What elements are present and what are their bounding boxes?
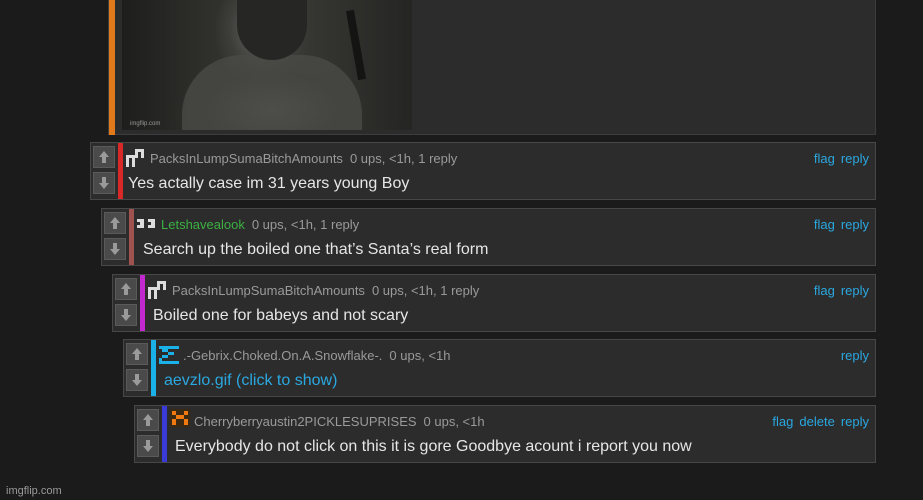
arrow-down-icon <box>110 243 120 255</box>
comment-stats: 0 ups, <1h <box>423 414 485 429</box>
site-watermark: imgflip.com <box>6 485 62 497</box>
comment-accent-bar <box>140 275 145 331</box>
reply-link[interactable]: reply <box>841 414 869 429</box>
comment-text: Yes actally case im 31 years young Boy <box>128 175 410 192</box>
comment-username[interactable]: .-Gebrix.Choked.On.A.Snowflake-. <box>183 348 382 363</box>
pixel-avatar-icon[interactable] <box>137 217 157 235</box>
comment-stats: 0 ups, <1h, 1 reply <box>371 283 480 298</box>
post-accent-bar <box>109 0 115 135</box>
upvote-button[interactable] <box>93 146 115 168</box>
comment-text: Search up the boiled one that’s Santa’s … <box>143 241 489 258</box>
comment-stats: 0 ups, <1h, 1 reply <box>251 217 360 232</box>
comment-actions: flag reply <box>808 283 869 298</box>
comment-actions: reply <box>835 348 869 363</box>
comment-text: Everybody do not click on this it is gor… <box>175 438 692 455</box>
upvote-button[interactable] <box>115 278 137 300</box>
vote-controls <box>113 275 138 331</box>
comment-username[interactable]: Cherryberryaustin2PICKLESUPRISES <box>194 414 417 429</box>
arrow-down-icon <box>121 309 131 321</box>
arrow-up-icon <box>110 217 120 229</box>
vote-controls <box>124 340 149 396</box>
pixel-avatar-icon[interactable] <box>159 346 179 364</box>
comment-meta: PacksInLumpSumaBitchAmounts 0 ups, <1h, 1… <box>172 283 479 298</box>
vote-controls <box>102 209 127 265</box>
comment: PacksInLumpSumaBitchAmounts 0 ups, <1h, 1… <box>90 142 876 200</box>
arrow-up-icon <box>143 414 153 426</box>
comment-username[interactable]: PacksInLumpSumaBitchAmounts <box>172 283 365 298</box>
comment-text: Boiled one for babeys and not scary <box>153 307 409 324</box>
comment: Cherryberryaustin2PICKLESUPRISES 0 ups, <… <box>134 405 876 463</box>
vote-controls <box>135 406 160 462</box>
post-image-watermark: imgflip.com <box>130 121 161 127</box>
flag-link[interactable]: flag <box>814 151 835 166</box>
arrow-down-icon <box>99 177 109 189</box>
reply-link[interactable]: reply <box>841 151 869 166</box>
comment-username[interactable]: Letshavealook <box>161 217 245 232</box>
pixel-avatar-icon[interactable] <box>148 281 168 299</box>
comment-actions: flag reply <box>808 151 869 166</box>
reply-link[interactable]: reply <box>841 217 869 232</box>
comment-accent-bar <box>162 406 167 462</box>
flag-link[interactable]: flag <box>814 217 835 232</box>
comment: PacksInLumpSumaBitchAmounts 0 ups, <1h, 1… <box>112 274 876 332</box>
delete-link[interactable]: delete <box>799 414 834 429</box>
downvote-button[interactable] <box>93 172 115 194</box>
comment-username[interactable]: PacksInLumpSumaBitchAmounts <box>150 151 343 166</box>
flag-link[interactable]: flag <box>772 414 793 429</box>
post-card: imgflip.com <box>108 0 876 135</box>
comment: Letshavealook 0 ups, <1h, 1 reply flag rep… <box>101 208 876 266</box>
downvote-button[interactable] <box>126 369 148 391</box>
comment-meta: PacksInLumpSumaBitchAmounts 0 ups, <1h, 1… <box>150 151 457 166</box>
vote-controls <box>91 143 116 199</box>
downvote-button[interactable] <box>104 238 126 260</box>
comment-accent-bar <box>118 143 123 199</box>
downvote-button[interactable] <box>137 435 159 457</box>
post-image[interactable]: imgflip.com <box>122 0 412 130</box>
arrow-down-icon <box>132 374 142 386</box>
comment-accent-bar <box>151 340 156 396</box>
comment-actions: flag delete reply <box>766 414 869 429</box>
downvote-button[interactable] <box>115 304 137 326</box>
reply-link[interactable]: reply <box>841 348 869 363</box>
comment-meta: Cherryberryaustin2PICKLESUPRISES 0 ups, <… <box>194 414 485 429</box>
pixel-avatar-icon[interactable] <box>170 409 190 427</box>
comment-meta: Letshavealook 0 ups, <1h, 1 reply <box>161 217 359 232</box>
arrow-down-icon <box>143 440 153 452</box>
upvote-button[interactable] <box>104 212 126 234</box>
comment-stats: 0 ups, <1h <box>389 348 451 363</box>
arrow-up-icon <box>132 348 142 360</box>
pixel-avatar-icon[interactable] <box>126 149 146 167</box>
reply-link[interactable]: reply <box>841 283 869 298</box>
upvote-button[interactable] <box>137 409 159 431</box>
arrow-up-icon <box>99 151 109 163</box>
comment-accent-bar <box>129 209 134 265</box>
arrow-up-icon <box>121 283 131 295</box>
comment-meta: .-Gebrix.Choked.On.A.Snowflake-. 0 ups, <… <box>183 348 451 363</box>
upvote-button[interactable] <box>126 343 148 365</box>
comment: .-Gebrix.Choked.On.A.Snowflake-. 0 ups, <… <box>123 339 876 397</box>
comment-stats: 0 ups, <1h, 1 reply <box>349 151 458 166</box>
comment-actions: flag reply <box>808 217 869 232</box>
flag-link[interactable]: flag <box>814 283 835 298</box>
gif-link[interactable]: aevzlo.gif (click to show) <box>164 372 337 390</box>
